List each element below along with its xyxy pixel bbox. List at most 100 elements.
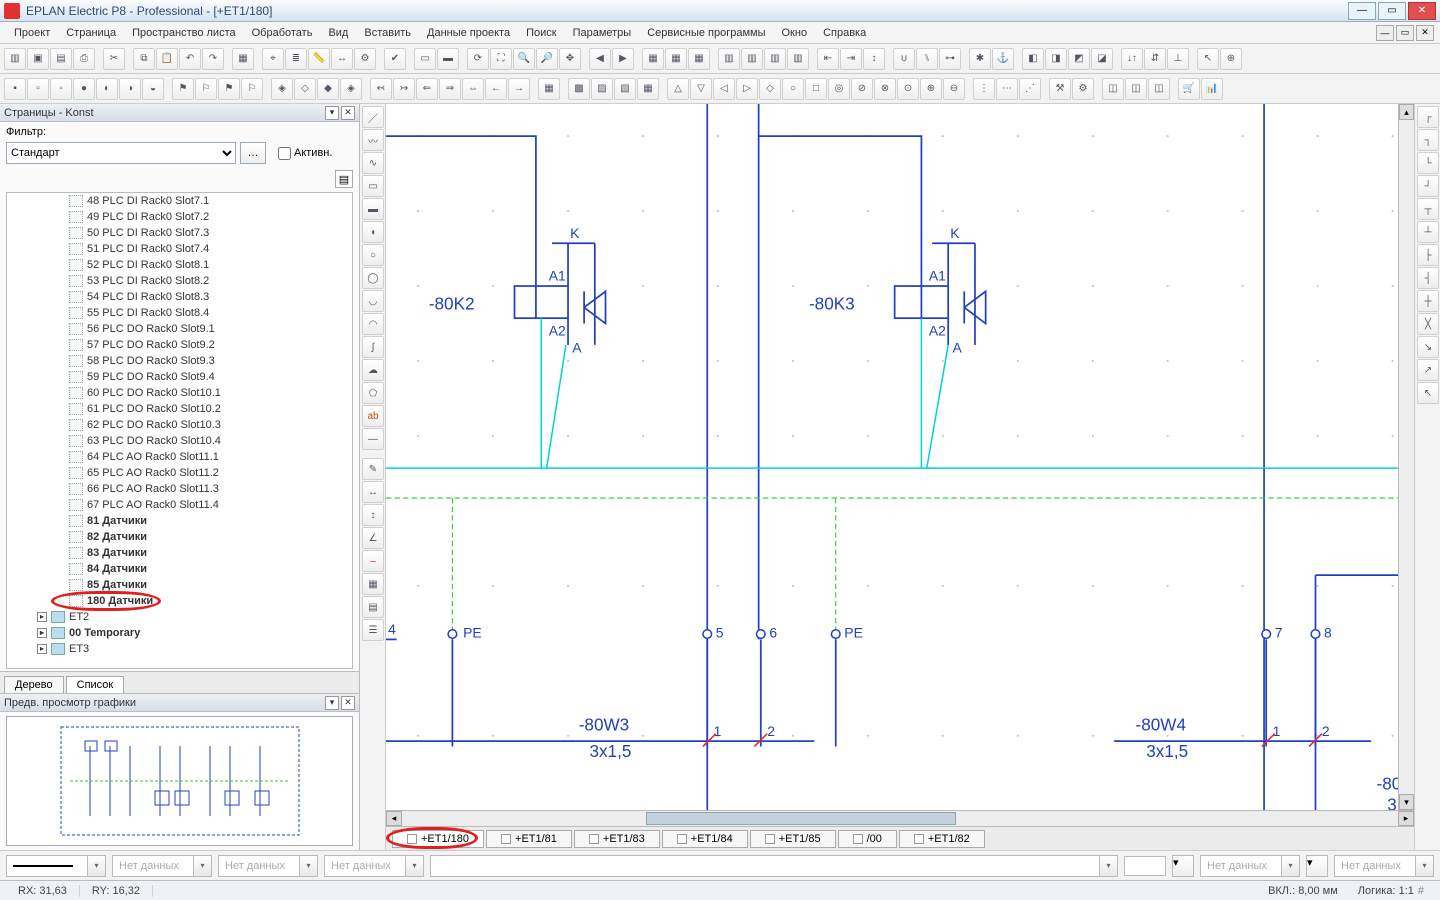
tb-tbl2-icon[interactable]: ▥ <box>741 48 763 70</box>
dr2-6-icon[interactable]: ┴ <box>1417 221 1439 243</box>
tb-snap-icon[interactable]: ⌖ <box>262 48 284 70</box>
menu-layout[interactable]: Пространство листа <box>124 25 244 41</box>
maximize-button[interactable]: ▭ <box>1378 2 1406 20</box>
tb-check-icon[interactable]: ✔ <box>384 48 406 70</box>
tb2-bm4-icon[interactable]: ◈ <box>340 78 362 100</box>
tb2-cart2-icon[interactable]: 📊 <box>1201 78 1223 100</box>
tb2-cat1-icon[interactable]: ◫ <box>1102 78 1124 100</box>
tb2-sym4-icon[interactable]: ▷ <box>736 78 758 100</box>
tb2-bm2-icon[interactable]: ◇ <box>294 78 316 100</box>
dr-dim2-icon[interactable]: ↕ <box>362 504 384 526</box>
tb2-flag4-icon[interactable]: ⚐ <box>241 78 263 100</box>
dr-polyline-icon[interactable]: 〰 <box>362 129 384 151</box>
tb-print-icon[interactable]: ⎙ <box>73 48 95 70</box>
tb2-6-icon[interactable]: ◑ <box>119 78 141 100</box>
dr-wire-icon[interactable]: ‒ <box>362 550 384 572</box>
tb-grid-icon[interactable]: ▦ <box>232 48 254 70</box>
tb-tbl4-icon[interactable]: ▥ <box>787 48 809 70</box>
tb-open-icon[interactable]: ▣ <box>27 48 49 70</box>
dr2-1-icon[interactable]: ┌ <box>1417 106 1439 128</box>
page-tab[interactable]: +ET1/81 <box>486 830 572 848</box>
menu-insert[interactable]: Вставить <box>356 25 419 41</box>
dr-curve-icon[interactable]: ∿ <box>362 152 384 174</box>
tb-window-icon[interactable]: ▭ <box>414 48 436 70</box>
dr2-11-icon[interactable]: ↘ <box>1417 336 1439 358</box>
tb-misc3-icon[interactable]: ◩ <box>1068 48 1090 70</box>
tb2-cat2-icon[interactable]: ◫ <box>1125 78 1147 100</box>
tree-page-item[interactable]: 60 PLC DO Rack0 Slot10.1 <box>7 385 352 401</box>
tb-target-icon[interactable]: ⊕ <box>1220 48 1242 70</box>
tb2-grp5-icon[interactable]: ▦ <box>637 78 659 100</box>
tb2-cart-icon[interactable]: 🛒 <box>1178 78 1200 100</box>
tb-report3-icon[interactable]: ▦ <box>688 48 710 70</box>
tb-sort3-icon[interactable]: ⊥ <box>1167 48 1189 70</box>
scroll-right-icon[interactable]: ▸ <box>1398 811 1414 826</box>
page-tab[interactable]: +ET1/84 <box>662 830 748 848</box>
tree-page-item[interactable]: 81 Датчики <box>7 513 352 529</box>
panel-close-button[interactable]: ✕ <box>341 106 355 120</box>
tb-misc2-icon[interactable]: ◨ <box>1045 48 1067 70</box>
tb2-7-icon[interactable]: ◒ <box>142 78 164 100</box>
tree-page-item[interactable]: 64 PLC AO Rack0 Slot11.1 <box>7 449 352 465</box>
filter-options-button[interactable]: ▤ <box>335 170 353 188</box>
tb2-arr3-icon[interactable]: ⇐ <box>416 78 438 100</box>
prop-combo-2[interactable]: Нет данных▾ <box>218 855 318 877</box>
tree-page-item[interactable]: 58 PLC DO Rack0 Slot9.3 <box>7 353 352 369</box>
tb2-set2-icon[interactable]: ⚙ <box>1072 78 1094 100</box>
tb2-2-icon[interactable]: ▫ <box>27 78 49 100</box>
menu-help[interactable]: Справка <box>815 25 874 41</box>
dr-arc2-icon[interactable]: ◠ <box>362 313 384 335</box>
drawing-canvas[interactable]: -80K2 K A1 A2 A -80 <box>386 104 1414 810</box>
tb2-arr2-icon[interactable]: ↣ <box>393 78 415 100</box>
color-dd-button[interactable]: ▾ <box>1172 855 1194 877</box>
dr2-12-icon[interactable]: ↗ <box>1417 359 1439 381</box>
tb2-1-icon[interactable]: ▪ <box>4 78 26 100</box>
tb-prop-icon[interactable]: ⚙ <box>354 48 376 70</box>
tb-zoomout-icon[interactable]: 🔎 <box>536 48 558 70</box>
menu-projectdata[interactable]: Данные проекта <box>419 25 518 41</box>
minimize-button[interactable]: — <box>1348 2 1376 20</box>
dr-arc-icon[interactable]: ◡ <box>362 290 384 312</box>
tb-fullwin-icon[interactable]: ▬ <box>437 48 459 70</box>
tb2-arr7-icon[interactable]: → <box>508 78 530 100</box>
scroll-down-icon[interactable]: ▾ <box>1399 794 1414 810</box>
tb-cut-icon[interactable]: ✂ <box>103 48 125 70</box>
dr-hline-icon[interactable]: — <box>362 428 384 450</box>
prop-combo-wide[interactable]: ▾ <box>430 855 1118 877</box>
tb-misc4-icon[interactable]: ◪ <box>1091 48 1113 70</box>
menu-options[interactable]: Параметры <box>565 25 640 41</box>
expander-icon[interactable]: ▸ <box>37 628 47 638</box>
tree-page-item[interactable]: 55 PLC DI Rack0 Slot8.4 <box>7 305 352 321</box>
scroll-left-icon[interactable]: ◂ <box>386 811 402 826</box>
tb-nav-icon[interactable]: ⚓ <box>992 48 1014 70</box>
tree-page-item[interactable]: 66 PLC AO Rack0 Slot11.3 <box>7 481 352 497</box>
tb-refresh-icon[interactable]: ⟳ <box>467 48 489 70</box>
dr-line-icon[interactable]: ／ <box>362 106 384 128</box>
dr2-5-icon[interactable]: ┬ <box>1417 198 1439 220</box>
pages-tree[interactable]: 48 PLC DI Rack0 Slot7.149 PLC DI Rack0 S… <box>6 192 353 669</box>
dr-chart-icon[interactable]: ▤ <box>362 596 384 618</box>
tb-layer-icon[interactable]: ≣ <box>285 48 307 70</box>
tree-page-item[interactable]: 57 PLC DO Rack0 Slot9.2 <box>7 337 352 353</box>
tb-save-icon[interactable]: ▤ <box>50 48 72 70</box>
tb2-sym12-icon[interactable]: ⊕ <box>920 78 942 100</box>
dr-text-icon[interactable]: ab <box>362 405 384 427</box>
close-button[interactable]: ✕ <box>1408 2 1436 20</box>
tb2-grp3-icon[interactable]: ▨ <box>591 78 613 100</box>
tb-cursor-icon[interactable]: ↖ <box>1197 48 1219 70</box>
tb-nav-prev-icon[interactable]: ◀ <box>589 48 611 70</box>
dr-rectf-icon[interactable]: ▬ <box>362 198 384 220</box>
tb-break-icon[interactable]: ⑊ <box>916 48 938 70</box>
tree-page-item[interactable]: 52 PLC DI Rack0 Slot8.1 <box>7 257 352 273</box>
tb2-more1-icon[interactable]: ⋮ <box>973 78 995 100</box>
tb2-sym1-icon[interactable]: △ <box>667 78 689 100</box>
color-swatch[interactable] <box>1124 856 1166 876</box>
dock-tab-list[interactable]: Список <box>66 676 125 693</box>
tb-measure-icon[interactable]: 📏 <box>308 48 330 70</box>
tb2-sym8-icon[interactable]: ◎ <box>828 78 850 100</box>
menu-page[interactable]: Страница <box>58 25 124 41</box>
tb-paste-icon[interactable]: 📋 <box>156 48 178 70</box>
prop-combo-4[interactable]: Нет данных▾ <box>1200 855 1300 877</box>
menu-utilities[interactable]: Сервисные программы <box>639 25 773 41</box>
vertical-scrollbar[interactable]: ▴ ▾ <box>1398 104 1414 810</box>
